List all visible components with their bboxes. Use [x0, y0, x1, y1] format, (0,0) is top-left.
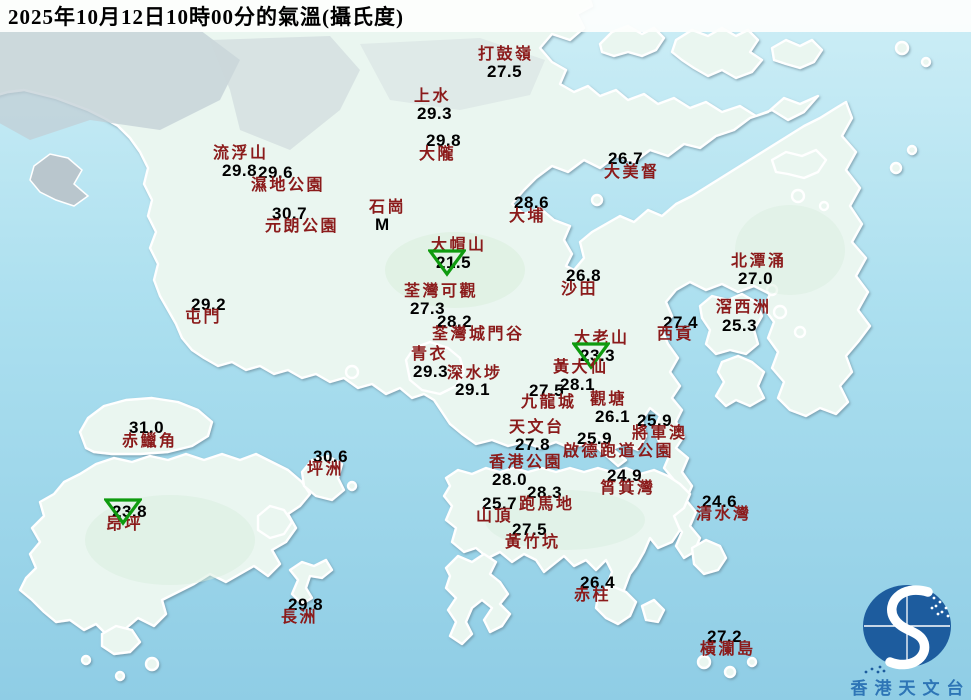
station-labels-layer: 27.5打鼓嶺29.3上水29.8大隴29.8流浮山29.6濕地公園30.7元朗… [0, 0, 971, 700]
station-name: 滘西洲 [716, 300, 772, 316]
station-name: 啟德跑道公園 [563, 444, 674, 460]
station-name: 濕地公園 [251, 178, 325, 194]
station-name: 西貢 [657, 327, 694, 343]
station-name: 清水灣 [696, 507, 752, 523]
station-value: 29.3 [413, 363, 448, 380]
station-name: 將軍澳 [632, 426, 688, 442]
station-name: 大美督 [604, 165, 660, 181]
station-name: 赤鱲角 [122, 434, 178, 450]
station-name: 打鼓嶺 [478, 47, 534, 63]
station-value: 28.0 [492, 471, 527, 488]
record-low-triangle-icon [428, 249, 466, 277]
station-name: 跑馬地 [519, 497, 575, 513]
hko-logo: 香港天文台 HONG KONG OBSERVATORY [842, 582, 971, 700]
station-name: 北潭涌 [731, 254, 787, 270]
station-name: 上水 [414, 89, 451, 105]
station-value: 27.8 [515, 436, 550, 453]
title-bar: 2025年10月12日10時00分的氣溫(攝氏度) [0, 0, 971, 32]
station-value: 27.5 [487, 63, 522, 80]
station-name: 荃灣城門谷 [432, 327, 525, 343]
station-name: 黃大仙 [553, 360, 609, 376]
station-name: 香港公園 [489, 455, 563, 471]
station-name: 長洲 [281, 610, 318, 626]
temperature-map-screen: 27.5打鼓嶺29.3上水29.8大隴29.8流浮山29.6濕地公園30.7元朗… [0, 0, 971, 700]
station-value: 29.3 [417, 105, 452, 122]
station-value: 25.3 [722, 317, 757, 334]
station-name: 青衣 [411, 347, 448, 363]
station-name: 橫瀾島 [700, 642, 756, 658]
station-name: 坪洲 [307, 462, 344, 478]
station-name: 深水埗 [447, 366, 503, 382]
map-title: 2025年10月12日10時00分的氣溫(攝氏度) [8, 1, 404, 31]
station-name: 山頂 [476, 509, 513, 525]
station-name: 大埔 [509, 209, 546, 225]
station-name: 沙田 [561, 282, 598, 298]
station-name: 荃灣可觀 [404, 284, 478, 300]
hko-logo-chinese: 香港天文台 [842, 679, 971, 699]
station-name: 元朗公園 [265, 219, 339, 235]
station-name: 九龍城 [521, 395, 577, 411]
station-value: 29.1 [455, 381, 490, 398]
station-name: 屯門 [185, 310, 222, 326]
station-name: 赤柱 [574, 588, 611, 604]
station-value: 27.0 [738, 270, 773, 287]
hko-logo-icon [844, 582, 970, 674]
station-name: 天文台 [509, 420, 565, 436]
station-name: 石崗 [369, 200, 406, 216]
record-low-triangle-icon [104, 498, 142, 526]
station-name: 流浮山 [213, 146, 269, 162]
station-value: M [375, 216, 390, 233]
station-name: 黃竹坑 [505, 535, 561, 551]
station-name: 觀塘 [590, 392, 627, 408]
station-name: 筲箕灣 [600, 481, 656, 497]
station-name: 大隴 [419, 147, 456, 163]
station-value: 26.1 [595, 408, 630, 425]
